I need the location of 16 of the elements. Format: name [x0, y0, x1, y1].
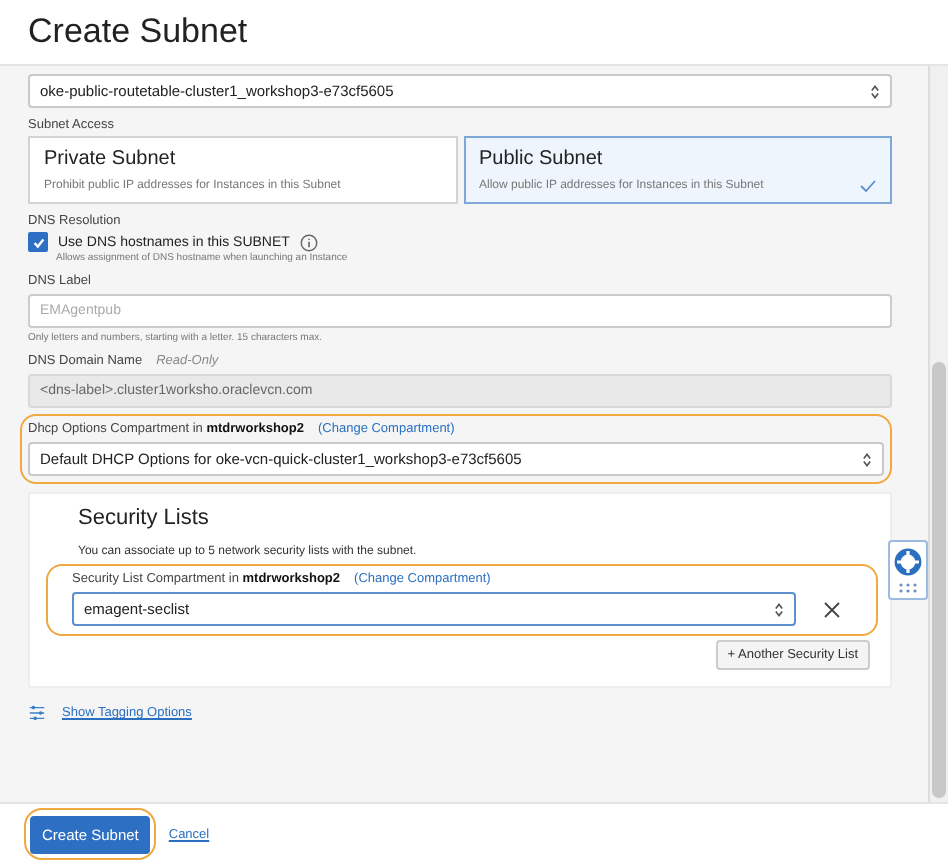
- close-icon[interactable]: [824, 601, 840, 617]
- option-title: Public Subnet: [479, 148, 605, 170]
- dialog-title: Create Subnet: [28, 12, 248, 52]
- help-widget[interactable]: [888, 540, 928, 600]
- select-arrows-icon: [774, 601, 784, 617]
- select-arrows-icon: [870, 83, 880, 99]
- option-title: Private Subnet: [44, 148, 178, 170]
- info-icon[interactable]: [299, 233, 318, 251]
- sliders-icon: [28, 704, 46, 722]
- lifebuoy-icon: [894, 547, 922, 575]
- checkmark-icon: [860, 180, 876, 192]
- section-title: Security Lists: [78, 506, 209, 530]
- checkbox[interactable]: [28, 232, 48, 252]
- select-arrows-icon: [862, 451, 872, 467]
- grip-icon: [898, 581, 918, 593]
- scrollbar-thumb[interactable]: [932, 362, 946, 798]
